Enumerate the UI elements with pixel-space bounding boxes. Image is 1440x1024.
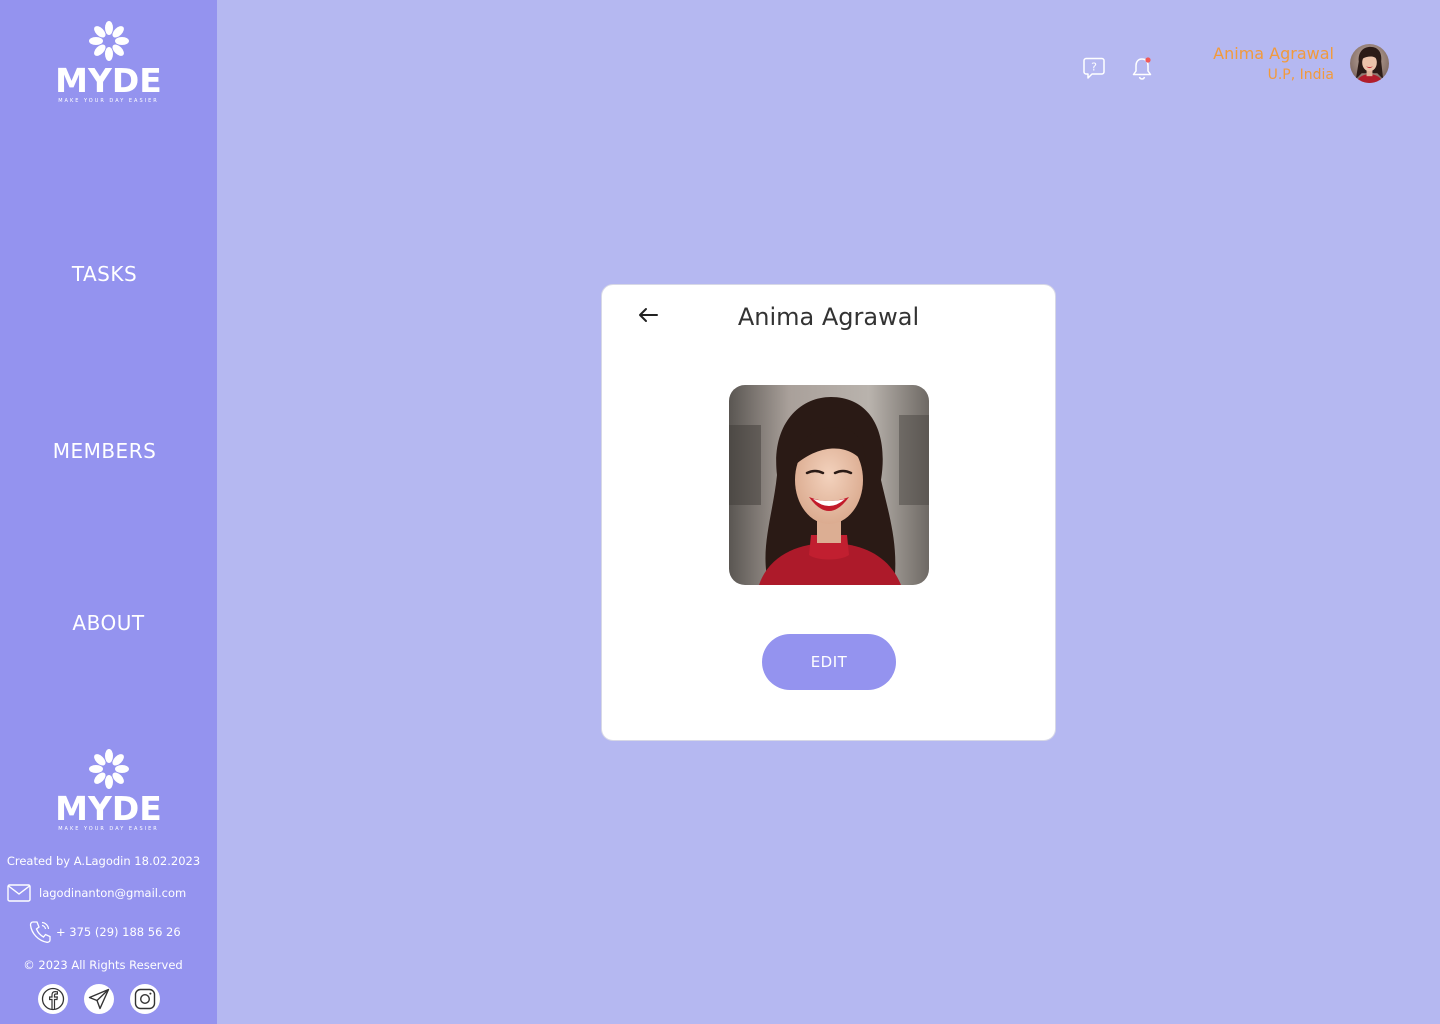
brand-tagline: MAKE YOUR DAY EASIER	[58, 826, 159, 832]
brand-tagline: MAKE YOUR DAY EASIER	[58, 98, 159, 104]
sidebar: MYDE MAKE YOUR DAY EASIER TASKS MEMBERS …	[0, 0, 217, 1024]
footer-copyright: © 2023 All Rights Reserved	[23, 958, 183, 972]
facebook-icon	[41, 987, 65, 1011]
footer-logo: MYDE MAKE YOUR DAY EASIER	[0, 748, 217, 832]
footer-email[interactable]: lagodinanton@gmail.com	[39, 886, 186, 900]
svg-text:?: ?	[1091, 61, 1097, 74]
mail-icon	[7, 884, 31, 902]
telegram-link[interactable]	[84, 984, 114, 1014]
nav-item-about[interactable]: ABOUT	[4, 611, 213, 635]
flower-logo-icon	[88, 749, 129, 789]
notification-dot	[1145, 57, 1151, 63]
profile-card: Anima Agrawal EDIT	[601, 284, 1056, 741]
profile-photo	[729, 385, 929, 585]
header-user-location: U.P, India	[1267, 67, 1334, 83]
nav-item-tasks[interactable]: TASKS	[0, 262, 209, 286]
brand-name: MYDE	[55, 789, 162, 828]
profile-name: Anima Agrawal	[737, 303, 920, 331]
brand-logo[interactable]: MYDE MAKE YOUR DAY EASIER	[0, 20, 217, 104]
flower-logo-icon	[88, 21, 129, 61]
notifications-button[interactable]	[1130, 56, 1154, 86]
edit-button[interactable]: EDIT	[762, 634, 896, 690]
footer-phone[interactable]: + 375 (29) 188 56 26	[56, 925, 181, 939]
avatar[interactable]	[1350, 44, 1389, 83]
facebook-link[interactable]	[38, 984, 68, 1014]
instagram-link[interactable]	[130, 984, 160, 1014]
header-user-name[interactable]: Anima Agrawal	[1213, 44, 1334, 63]
nav-item-members[interactable]: MEMBERS	[0, 439, 209, 463]
help-chat-button[interactable]: ?	[1082, 56, 1106, 84]
bell-icon	[1132, 57, 1152, 80]
footer-credit: Created by A.Lagodin 18.02.2023	[6, 854, 201, 868]
social-links	[38, 984, 160, 1014]
telegram-icon	[88, 988, 110, 1010]
footer-email-row[interactable]: lagodinanton@gmail.com	[7, 884, 212, 902]
brand-name: MYDE	[55, 61, 162, 100]
user-avatar-image	[1350, 44, 1389, 83]
footer-phone-row[interactable]: + 375 (29) 188 56 26	[29, 920, 209, 944]
phone-icon	[29, 921, 51, 943]
instagram-icon	[134, 988, 156, 1010]
profile-photo-image	[729, 385, 929, 585]
help-chat-icon: ?	[1083, 57, 1105, 79]
